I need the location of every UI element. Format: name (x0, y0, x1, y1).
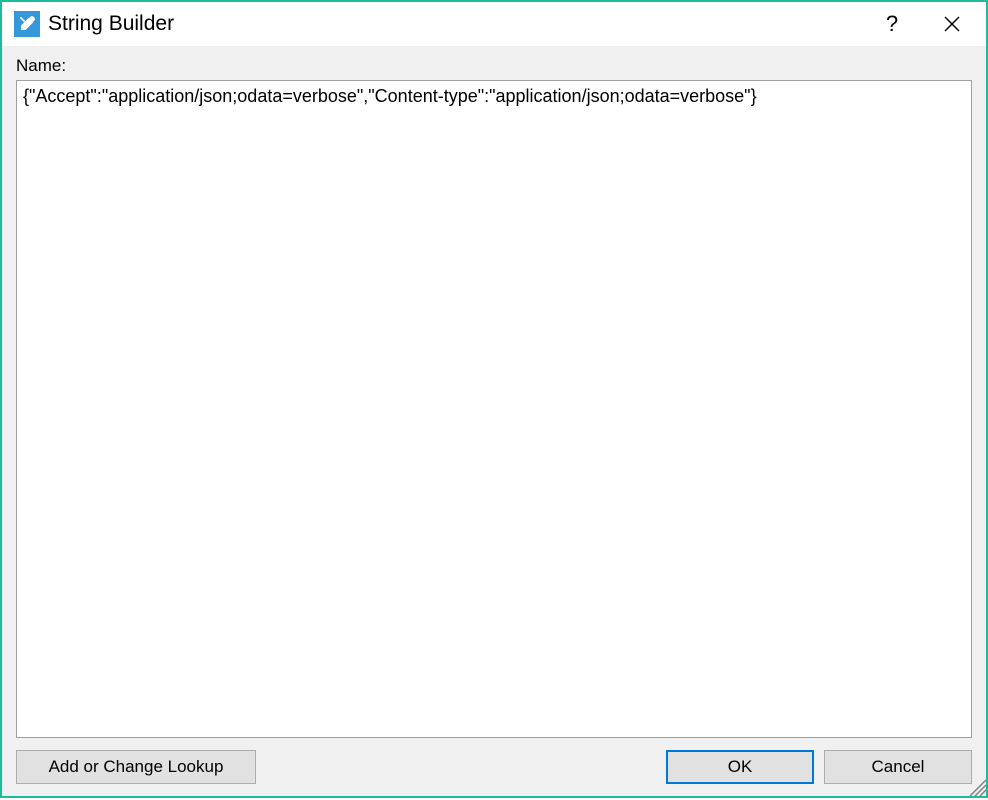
dialog-title: String Builder (48, 12, 862, 36)
resize-grip[interactable] (966, 776, 986, 796)
resize-grip-icon (966, 776, 986, 796)
name-label: Name: (16, 56, 972, 76)
string-builder-dialog: String Builder ? Name: Add or Change Loo… (0, 0, 988, 798)
help-icon: ? (886, 11, 898, 37)
ok-button[interactable]: OK (666, 750, 814, 784)
name-input[interactable] (16, 80, 972, 738)
close-button[interactable] (922, 3, 982, 45)
titlebar: String Builder ? (2, 2, 986, 46)
titlebar-controls: ? (862, 3, 982, 45)
tools-icon (14, 11, 40, 37)
content-area: Name: (2, 46, 986, 738)
add-or-change-lookup-button[interactable]: Add or Change Lookup (16, 750, 256, 784)
help-button[interactable]: ? (862, 3, 922, 45)
close-icon (944, 16, 960, 32)
button-row: Add or Change Lookup OK Cancel (2, 738, 986, 796)
cancel-button[interactable]: Cancel (824, 750, 972, 784)
